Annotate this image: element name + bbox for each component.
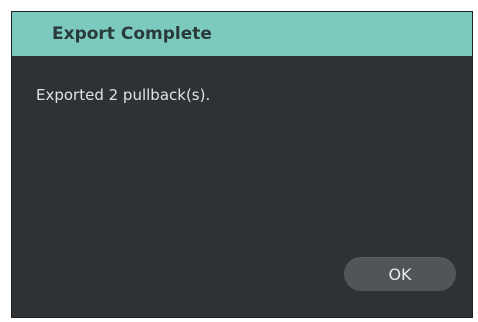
dialog-titlebar: Export Complete — [12, 12, 472, 56]
ok-button-label: OK — [388, 264, 412, 284]
ok-button[interactable]: OK — [344, 257, 456, 291]
dialog-title: Export Complete — [52, 24, 212, 44]
export-complete-dialog: Export Complete Exported 2 pullback(s). … — [11, 11, 473, 318]
dialog-message: Exported 2 pullback(s). — [36, 86, 211, 104]
